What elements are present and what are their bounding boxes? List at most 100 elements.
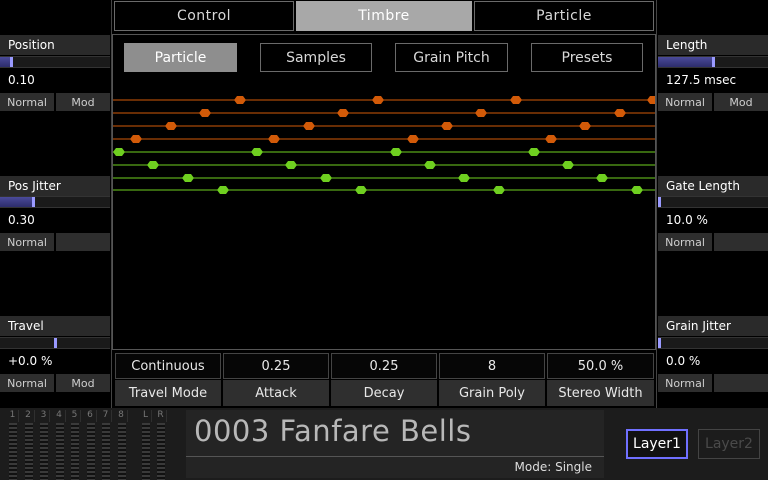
- grain-marker: [390, 148, 402, 156]
- grain-marker: [217, 186, 229, 194]
- preset-divider: [186, 456, 604, 457]
- position-title: Position: [0, 35, 110, 55]
- grain-marker: [631, 186, 643, 194]
- grain-marker: [147, 161, 159, 169]
- subtab-samples[interactable]: Samples: [260, 43, 372, 72]
- position-value: 0.10: [8, 73, 35, 87]
- position-mod-button[interactable]: Mod: [56, 93, 110, 111]
- attack-label: Attack: [223, 380, 329, 406]
- channel-meter: 6: [85, 410, 97, 480]
- channel-meter: 1: [7, 410, 19, 480]
- meter-channel-label: 2: [23, 410, 35, 422]
- grain-marker: [510, 96, 522, 104]
- grain-marker: [596, 174, 608, 182]
- meter-channel-label: 7: [100, 410, 112, 422]
- grain-jitter-mode-spacer: [714, 374, 768, 392]
- grain-marker: [441, 122, 453, 130]
- meter-bar: [102, 423, 110, 480]
- grain-marker: [528, 148, 540, 156]
- right-divider: [656, 0, 657, 408]
- grain-marker: [475, 109, 487, 117]
- channel-meter: 3: [38, 410, 50, 480]
- travel-mode-value[interactable]: Continuous: [115, 353, 221, 379]
- grain-marker: [182, 174, 194, 182]
- channel-meter: 8: [116, 410, 128, 480]
- tab-particle[interactable]: Particle: [474, 1, 654, 31]
- grain-marker: [165, 122, 177, 130]
- length-slider[interactable]: [658, 56, 768, 68]
- layer2-button[interactable]: Layer2: [698, 429, 760, 459]
- attack-value[interactable]: 0.25: [223, 353, 329, 379]
- meter-channel-label: 3: [38, 410, 50, 422]
- meter-channel-label: 1: [7, 410, 19, 422]
- tab-control[interactable]: Control: [114, 1, 294, 31]
- grain-marker: [579, 122, 591, 130]
- subtab-presets[interactable]: Presets: [531, 43, 643, 72]
- pos-jitter-title: Pos Jitter: [0, 176, 110, 196]
- grain-marker: [320, 174, 332, 182]
- grain-jitter-title: Grain Jitter: [658, 316, 768, 336]
- stereo-width-label: Stereo Width: [547, 380, 654, 406]
- travel-mode-label: Travel Mode: [115, 380, 221, 406]
- travel-title: Travel: [0, 316, 110, 336]
- grain-marker: [355, 186, 367, 194]
- decay-value[interactable]: 0.25: [331, 353, 437, 379]
- grain-marker: [647, 96, 655, 104]
- grain-visualizer: [113, 96, 655, 194]
- grain-marker: [337, 109, 349, 117]
- meter-bar: [86, 423, 95, 480]
- grain-jitter-value: 0.0 %: [666, 354, 701, 368]
- stereo-width-value[interactable]: 50.0 %: [547, 353, 654, 379]
- meter-bar: [142, 423, 150, 480]
- meter-channel-label: L: [140, 410, 152, 422]
- pos-jitter-mode-spacer: [56, 233, 110, 251]
- meter-bar: [117, 423, 126, 480]
- travel-mod-button[interactable]: Mod: [56, 374, 110, 392]
- gate-length-slider[interactable]: [658, 196, 768, 208]
- grain-marker: [268, 135, 280, 143]
- layer1-button[interactable]: Layer1: [626, 429, 688, 459]
- meter-channel-label: 6: [85, 410, 97, 422]
- grain-poly-value[interactable]: 8: [439, 353, 545, 379]
- grain-jitter-normal-button[interactable]: Normal: [658, 374, 712, 392]
- travel-slider[interactable]: [0, 337, 110, 349]
- meter-channel-label: 5: [69, 410, 81, 422]
- position-normal-button[interactable]: Normal: [0, 93, 54, 111]
- preset-mode: Mode: Single: [514, 460, 592, 474]
- grain-marker: [285, 161, 297, 169]
- grain-marker: [372, 96, 384, 104]
- grain-marker: [407, 135, 419, 143]
- grain-jitter-slider[interactable]: [658, 337, 768, 349]
- meter-bar: [24, 423, 33, 480]
- meter-bar: [40, 423, 48, 480]
- grain-marker: [424, 161, 436, 169]
- meter-bar: [71, 423, 79, 480]
- grain-marker: [251, 148, 263, 156]
- gate-length-value: 10.0 %: [666, 213, 708, 227]
- subtab-particle[interactable]: Particle: [124, 43, 237, 72]
- grain-poly-label: Grain Poly: [439, 380, 545, 406]
- channel-meter: 2: [23, 410, 35, 480]
- left-divider: [111, 0, 112, 408]
- length-mod-button[interactable]: Mod: [714, 93, 768, 111]
- grain-marker: [614, 109, 626, 117]
- grain-marker: [130, 135, 142, 143]
- pos-jitter-normal-button[interactable]: Normal: [0, 233, 54, 251]
- tab-timbre[interactable]: Timbre: [296, 1, 472, 31]
- meter-bar: [157, 423, 165, 480]
- subtab-grain-pitch[interactable]: Grain Pitch: [395, 43, 508, 72]
- travel-normal-button[interactable]: Normal: [0, 374, 54, 392]
- gate-length-normal-button[interactable]: Normal: [658, 233, 712, 251]
- length-title: Length: [658, 35, 768, 55]
- length-value: 127.5 msec: [666, 73, 737, 87]
- travel-value: +0.0 %: [8, 354, 53, 368]
- pos-jitter-slider[interactable]: [0, 196, 110, 208]
- grain-marker: [199, 109, 211, 117]
- grain-marker: [545, 135, 557, 143]
- position-slider[interactable]: [0, 56, 110, 68]
- master-meter: L: [140, 410, 152, 480]
- length-normal-button[interactable]: Normal: [658, 93, 712, 111]
- meter-channel-label: 4: [54, 410, 66, 422]
- channel-meter: 7: [100, 410, 112, 480]
- meter-bar: [9, 423, 17, 480]
